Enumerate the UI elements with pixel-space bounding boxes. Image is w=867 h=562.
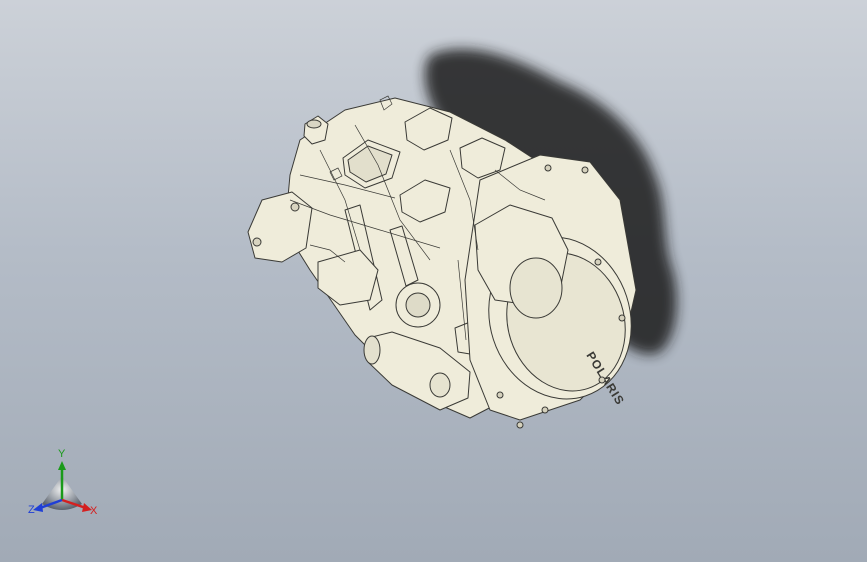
- graphics-viewport[interactable]: POLARIS Y X Z: [0, 0, 867, 562]
- cover-bolt: [581, 166, 589, 174]
- cover-bolt: [516, 421, 524, 429]
- cover-bolt: [598, 376, 606, 384]
- orientation-triad[interactable]: Y X Z: [22, 448, 106, 528]
- flange-bolt: [290, 202, 300, 212]
- coolant-fitting-bore: [306, 119, 322, 129]
- cover-bolt: [496, 391, 504, 399]
- cover-bolt: [618, 314, 626, 322]
- z-axis-label: Z: [28, 504, 35, 516]
- y-axis-label: Y: [58, 448, 66, 460]
- cover-bolt: [541, 406, 549, 414]
- engine-model[interactable]: POLARIS: [0, 0, 867, 562]
- flange-bolt: [252, 237, 262, 247]
- starter-end: [363, 335, 381, 365]
- y-axis-arrow: [58, 461, 66, 470]
- drive-hub: [509, 257, 563, 319]
- starter-end-right: [429, 372, 451, 398]
- x-axis-label: X: [90, 505, 98, 517]
- center-port-bore: [405, 292, 431, 318]
- cover-bolt: [544, 164, 552, 172]
- cover-bolt: [594, 258, 602, 266]
